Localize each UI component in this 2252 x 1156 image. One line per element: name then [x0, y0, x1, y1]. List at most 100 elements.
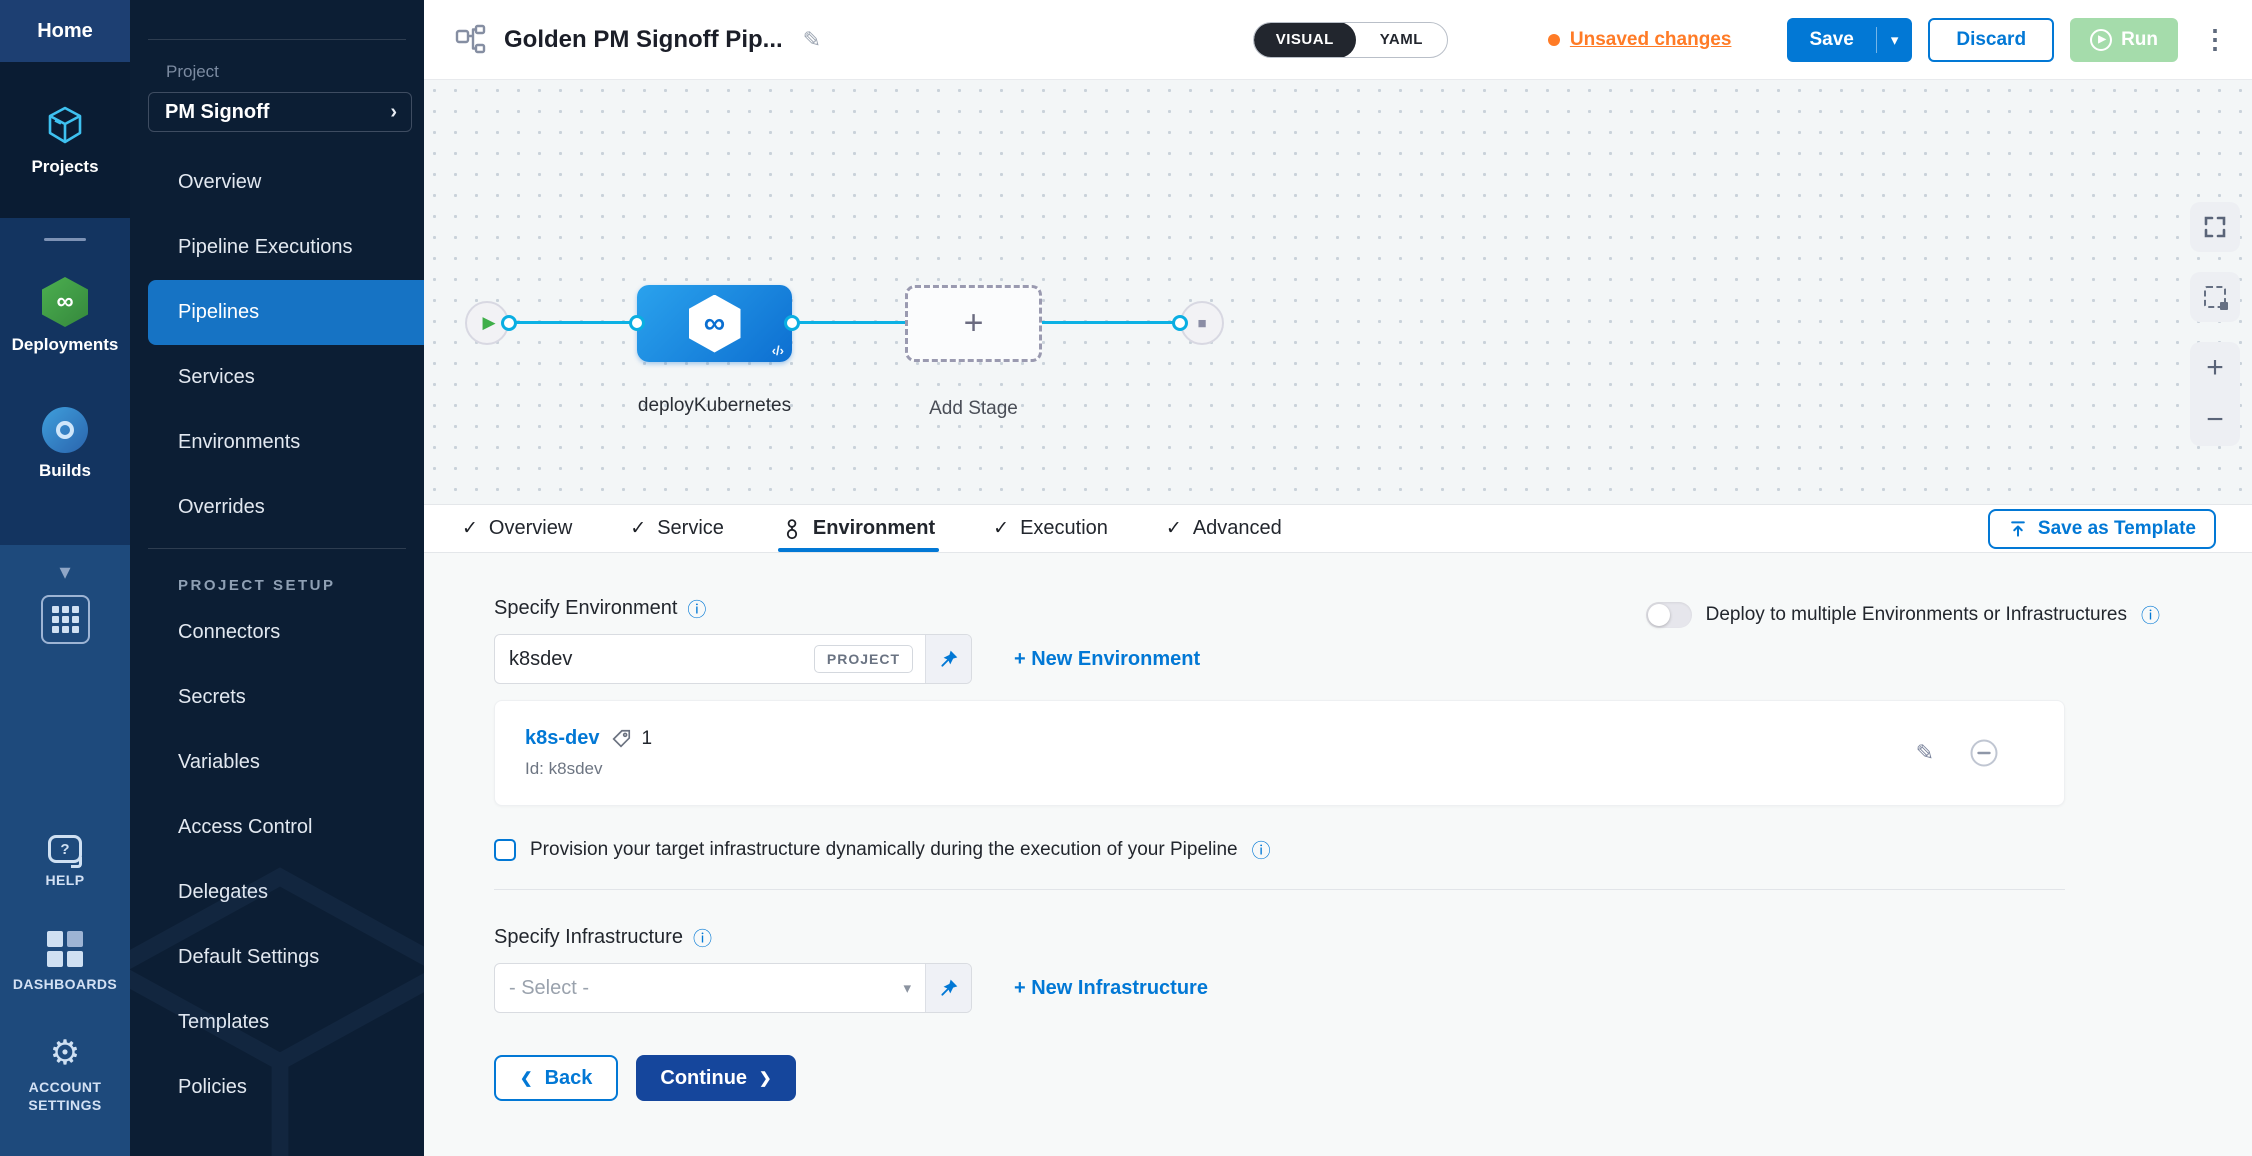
discard-button[interactable]: Discard — [1928, 18, 2054, 62]
unsaved-changes-link[interactable]: Unsaved changes — [1570, 29, 1732, 51]
pin-infrastructure-button[interactable] — [925, 964, 971, 1012]
question-glyph: ? — [60, 841, 69, 858]
tab-overview-label: Overview — [489, 517, 572, 540]
gear-icon: ⚙ — [50, 1036, 80, 1070]
environment-input[interactable] — [495, 648, 814, 671]
nav-module-builds[interactable]: Builds — [39, 407, 91, 481]
pin-environment-button[interactable] — [925, 635, 971, 683]
tab-advanced-label: Advanced — [1193, 517, 1282, 540]
nav-module-deployments-label: Deployments — [12, 335, 119, 355]
rail-divider — [44, 238, 86, 241]
zoom-out-button[interactable]: − — [2190, 394, 2240, 446]
sidebar-item-services[interactable]: Services — [148, 345, 424, 410]
edit-environment-icon[interactable]: ✎ — [1916, 740, 1934, 766]
nav-help-label: HELP — [46, 871, 85, 889]
save-button[interactable]: Save — [1787, 29, 1875, 51]
infrastructure-select[interactable]: - Select - ▾ — [494, 963, 972, 1013]
grid-icon — [52, 606, 79, 633]
specify-infrastructure-label-row: Specify Infrastructure ⓘ — [494, 924, 2160, 951]
more-options-icon[interactable]: ⋮ — [2196, 24, 2234, 55]
provision-row: Provision your target infrastructure dyn… — [494, 836, 2160, 863]
edit-title-icon[interactable]: ✎ — [803, 27, 821, 53]
project-label: Project — [166, 62, 424, 82]
pipeline-canvas[interactable]: ▶ ∞ ‹/› + ■ deployKubernetes Add Stage + — [424, 80, 2252, 505]
nav-module-deployments[interactable]: ∞ Deployments — [12, 277, 119, 355]
nav-account-settings[interactable]: ⚙ ACCOUNT SETTINGS — [17, 1036, 113, 1114]
nav-dashboards-label: DASHBOARDS — [13, 975, 117, 993]
canvas-fit-button[interactable] — [2190, 202, 2240, 252]
back-button[interactable]: ❮ Back — [494, 1055, 618, 1101]
nav-dashboards[interactable]: DASHBOARDS — [13, 931, 117, 993]
sidebar-item-overview[interactable]: Overview — [148, 150, 424, 215]
add-stage-button[interactable]: + — [905, 285, 1042, 362]
dashboards-icon — [47, 931, 83, 967]
sidebar-item-access-control[interactable]: Access Control — [148, 795, 424, 860]
sidebar-item-environments[interactable]: Environments — [148, 410, 424, 475]
tab-service[interactable]: ✓ Service — [630, 505, 724, 552]
save-as-template-button[interactable]: Save as Template — [1988, 509, 2216, 549]
environment-name-link[interactable]: k8s-dev — [525, 727, 600, 750]
canvas-select-button[interactable] — [2190, 272, 2240, 322]
run-button[interactable]: ▶ Run — [2070, 18, 2178, 62]
chevron-down-icon[interactable]: ▾ — [59, 559, 70, 585]
stage-name-label: deployKubernetes — [627, 392, 802, 420]
project-switcher[interactable]: PM Signoff › — [148, 92, 412, 132]
rail-bottom-section: ▾ ? HELP DASHBOARDS ⚙ ACCOUNT SETTINGS — [0, 545, 130, 1156]
nav-module-projects[interactable]: Projects — [0, 62, 130, 218]
visual-yaml-toggle: VISUAL YAML — [1253, 22, 1448, 58]
nav-account-settings-label: ACCOUNT SETTINGS — [17, 1078, 113, 1114]
tab-execution-label: Execution — [1020, 517, 1108, 540]
sidebar-item-pipelines[interactable]: Pipelines — [148, 280, 424, 345]
continue-button[interactable]: Continue ❯ — [636, 1055, 795, 1101]
nav-home[interactable]: Home — [0, 0, 130, 62]
specify-infrastructure-label: Specify Infrastructure — [494, 926, 683, 949]
scope-badge: PROJECT — [814, 645, 913, 673]
unsaved-dot-icon — [1548, 34, 1560, 46]
chevron-right-icon: ❯ — [759, 1069, 772, 1087]
builds-icon-ring — [56, 421, 74, 439]
info-icon[interactable]: ⓘ — [2141, 601, 2160, 628]
sidebar-item-pipeline-executions[interactable]: Pipeline Executions — [148, 215, 424, 280]
new-environment-link[interactable]: + New Environment — [1014, 648, 1200, 671]
remove-environment-icon[interactable] — [1968, 737, 2000, 769]
sidebar-item-overrides[interactable]: Overrides — [148, 475, 424, 540]
connector-dot — [1172, 315, 1188, 331]
start-play-icon: ▶ — [478, 313, 495, 333]
yaml-mode-button[interactable]: YAML — [1356, 31, 1447, 48]
provision-checkbox[interactable] — [494, 839, 516, 861]
tab-overview[interactable]: ✓ Overview — [462, 505, 572, 552]
sidebar-nav-list: Overview Pipeline Executions Pipelines S… — [130, 150, 424, 540]
environment-input-group: PROJECT — [494, 634, 972, 684]
save-dropdown-caret[interactable]: ▾ — [1877, 31, 1913, 49]
info-icon[interactable]: ⓘ — [693, 924, 712, 951]
environment-id: Id: k8sdev — [525, 759, 652, 779]
multi-env-toggle[interactable] — [1646, 602, 1692, 628]
tab-execution[interactable]: ✓ Execution — [993, 505, 1108, 552]
check-icon: ✓ — [993, 517, 1009, 540]
visual-mode-button[interactable]: VISUAL — [1254, 22, 1356, 58]
pin-icon — [939, 978, 959, 998]
main-area: Golden PM Signoff Pip... ✎ VISUAL YAML U… — [424, 0, 2252, 1156]
continue-button-label: Continue — [660, 1067, 747, 1090]
info-icon[interactable]: ⓘ — [687, 595, 706, 622]
stage-node-deploy-kubernetes[interactable]: ∞ ‹/› — [637, 285, 792, 362]
nav-help[interactable]: ? HELP — [46, 835, 85, 889]
stage-code-mini-icon: ‹/› — [772, 343, 784, 358]
stage-tabbar: ✓ Overview ✓ Service Environment ✓ Execu… — [424, 505, 2252, 553]
tab-advanced[interactable]: ✓ Advanced — [1166, 505, 1282, 552]
infinity-glyph: ∞ — [704, 307, 725, 341]
add-stage-label: Add Stage — [905, 398, 1042, 420]
projects-cube-icon — [43, 103, 87, 147]
tab-environment[interactable]: Environment — [782, 505, 935, 552]
specify-environment-label-row: Specify Environment ⓘ — [494, 595, 1200, 622]
new-infrastructure-link[interactable]: + New Infrastructure — [1014, 977, 1208, 1000]
info-icon[interactable]: ⓘ — [1252, 836, 1271, 863]
zoom-in-button[interactable]: + — [2190, 342, 2240, 394]
pipeline-connector-line — [487, 321, 1202, 324]
sidebar-item-secrets[interactable]: Secrets — [148, 665, 424, 730]
sidebar-item-variables[interactable]: Variables — [148, 730, 424, 795]
module-selector-button[interactable] — [41, 595, 90, 644]
chevron-left-icon: ❮ — [520, 1069, 533, 1087]
provision-label: Provision your target infrastructure dyn… — [530, 839, 1238, 861]
sidebar-item-connectors[interactable]: Connectors — [148, 600, 424, 665]
